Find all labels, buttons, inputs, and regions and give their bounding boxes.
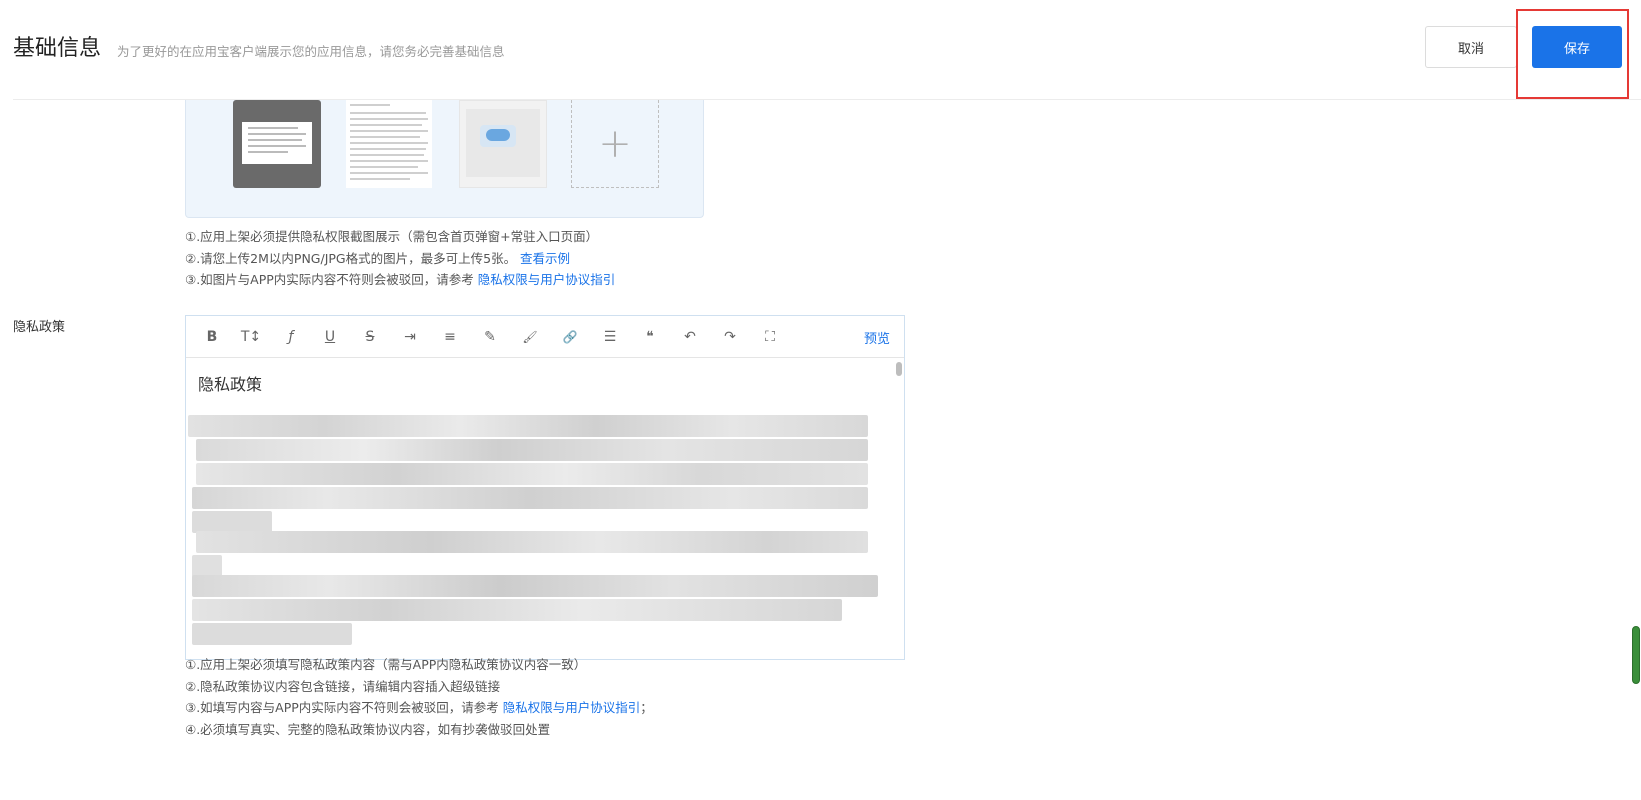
bold-icon[interactable]: B	[200, 325, 224, 349]
note-row: ②.隐私政策协议内容包含链接，请编辑内容插入超级链接	[185, 678, 501, 694]
blurred-text	[192, 487, 868, 509]
underline-icon[interactable]: U	[318, 325, 342, 349]
note-row: ④.必须填写真实、完整的隐私政策协议内容，如有抄袭做驳回处置	[185, 721, 551, 737]
fullscreen-icon[interactable]: ⛶	[758, 325, 782, 349]
cancel-button[interactable]: 取消	[1425, 26, 1517, 68]
indent-icon[interactable]: ⇥	[398, 325, 422, 349]
blurred-text	[196, 439, 868, 461]
save-highlight-box	[1516, 9, 1629, 99]
blurred-text	[192, 555, 222, 577]
privacy-screenshot-panel: +	[185, 100, 704, 218]
undo-icon[interactable]: ↶	[678, 325, 702, 349]
screenshot-thumbnail[interactable]	[233, 100, 321, 188]
screenshot-notes: ①.应用上架必须提供隐私权限截图展示（需包含首页弹窗+常驻入口页面） ②.请您上…	[185, 226, 615, 291]
blurred-text	[192, 623, 352, 645]
editor-toolbar: B T↕ ƒ U S ⇥ ≡ ✎ 🖌 🔗 ☰ ❝ ↶ ↷ ⛶ 预览	[186, 316, 904, 358]
content-heading: 隐私政策	[198, 375, 263, 394]
brush-icon[interactable]: 🖌	[518, 325, 542, 349]
page-scrollbar[interactable]	[1632, 626, 1640, 684]
text-size-icon[interactable]: T↕	[239, 325, 263, 349]
note-row: ③.如填写内容与APP内实际内容不符则会被驳回，请参考 隐私权限与用户协议指引；	[185, 700, 653, 715]
preview-button[interactable]: 预览	[864, 328, 890, 347]
redo-icon[interactable]: ↷	[718, 325, 742, 349]
link-icon[interactable]: 🔗	[558, 325, 582, 349]
blurred-text	[188, 415, 868, 437]
line-height-icon[interactable]: ≡	[438, 325, 462, 349]
screenshot-thumbnail[interactable]	[459, 100, 547, 188]
blurred-text	[192, 511, 272, 533]
privacy-policy-label: 隐私政策	[13, 320, 66, 335]
font-icon[interactable]: ƒ	[279, 325, 303, 349]
view-example-link[interactable]: 查看示例	[520, 251, 570, 266]
quote-icon[interactable]: ❝	[638, 325, 662, 349]
note-row: ②.请您上传2M以内PNG/JPG格式的图片，最多可上传5张。 查看示例	[185, 250, 571, 266]
note-row: ③.如图片与APP内实际内容不符则会被驳回，请参考 隐私权限与用户协议指引	[185, 272, 616, 287]
page-subtitle: 为了更好的在应用宝客户端展示您的应用信息，请您务必完善基础信息	[117, 44, 505, 59]
privacy-policy-editor[interactable]: B T↕ ƒ U S ⇥ ≡ ✎ 🖌 🔗 ☰ ❝ ↶ ↷ ⛶ 预览 隐私政策	[185, 315, 905, 660]
editor-content[interactable]: 隐私政策	[186, 359, 904, 659]
note-row: ①.应用上架必须填写隐私政策内容（需与APP内隐私政策协议内容一致）	[185, 657, 587, 672]
cloud-icon	[486, 129, 510, 141]
blurred-text	[192, 575, 878, 597]
blurred-text	[196, 463, 868, 485]
strikethrough-icon[interactable]: S	[358, 325, 382, 349]
privacy-guide-link[interactable]: 隐私权限与用户协议指引	[503, 700, 641, 715]
blurred-text	[196, 531, 868, 553]
align-icon[interactable]: ☰	[598, 325, 622, 349]
screenshot-thumbnail[interactable]	[346, 100, 432, 188]
note-row: ①.应用上架必须提供隐私权限截图展示（需包含首页弹窗+常驻入口页面）	[185, 229, 599, 244]
plus-icon: +	[598, 120, 632, 167]
add-screenshot-button[interactable]: +	[571, 100, 659, 188]
page-title: 基础信息	[13, 36, 102, 61]
privacy-notes: ①.应用上架必须填写隐私政策内容（需与APP内隐私政策协议内容一致） ②.隐私政…	[185, 654, 653, 740]
privacy-guide-link[interactable]: 隐私权限与用户协议指引	[478, 272, 616, 287]
editor-scrollbar[interactable]	[896, 362, 902, 376]
page-header: 基础信息 为了更好的在应用宝客户端展示您的应用信息，请您务必完善基础信息 取消 …	[0, 0, 1641, 100]
highlighter-icon[interactable]: ✎	[478, 325, 502, 349]
blurred-text	[192, 599, 842, 621]
